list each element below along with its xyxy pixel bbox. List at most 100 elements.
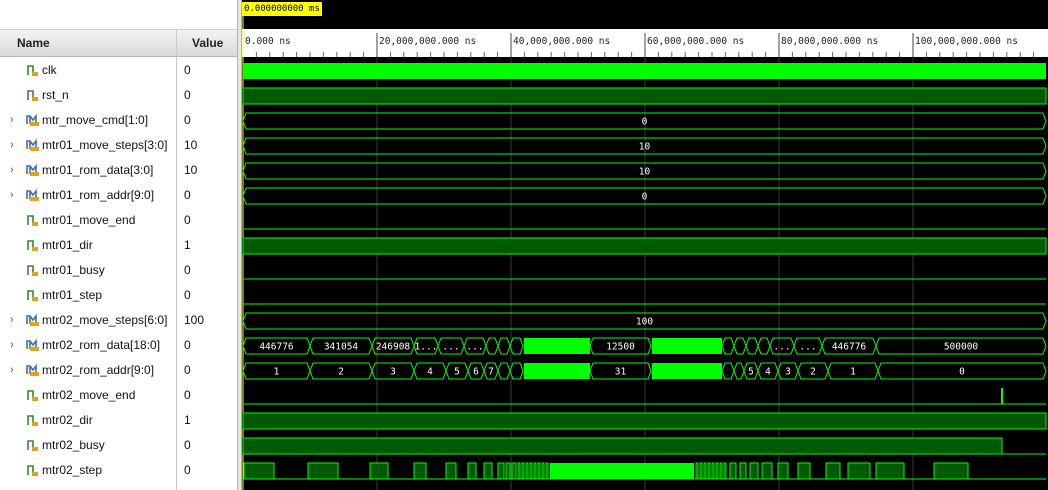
bus-icon (26, 313, 39, 326)
bus-segment (745, 337, 759, 355)
expand-chevron-icon[interactable]: › (10, 333, 14, 358)
bus-segment (497, 362, 511, 380)
signal-icon (27, 265, 38, 276)
signal-value: 0 (184, 213, 191, 227)
bus-value-label: ... (442, 342, 459, 353)
signal-name: mtr02_move_steps[6:0] (42, 313, 168, 327)
high-pulse (525, 462, 529, 480)
signal-row[interactable]: › mtr02_rom_addr[9:0] 0 (0, 358, 237, 383)
signal-name: mtr01_busy (42, 263, 105, 277)
bus-segment (497, 337, 511, 355)
bus-value-label: 4 (765, 367, 771, 378)
bus-value-label: 1... (415, 342, 438, 353)
bus-value-label: ... (466, 342, 483, 353)
high-pulse (242, 237, 1047, 255)
bus-icon (26, 363, 39, 376)
signal-row[interactable]: › mtr02_move_steps[6:0] 100 (0, 308, 237, 333)
signal-row[interactable]: mtr01_dir 1 (0, 233, 237, 258)
name-column-header[interactable]: Name (17, 30, 50, 57)
high-pulse (711, 462, 715, 480)
high-pulse (797, 462, 811, 480)
bus-segment (733, 362, 745, 380)
bus-segment (733, 337, 747, 355)
bus-value-label: 0 (959, 367, 965, 378)
signal-row[interactable]: mtr02_step 0 (0, 458, 237, 483)
high-pulse (307, 462, 339, 480)
high-pulse (761, 462, 773, 480)
signal-row[interactable]: › mtr_move_cmd[1:0] 0 (0, 108, 237, 133)
signal-icon (27, 465, 38, 476)
signal-name: mtr01_move_end (42, 213, 136, 227)
expand-chevron-icon[interactable]: › (10, 358, 14, 383)
bus-value-label: 2 (338, 367, 344, 378)
value-column-header[interactable]: Value (192, 30, 223, 57)
signal-row[interactable]: › mtr01_rom_addr[9:0] 0 (0, 183, 237, 208)
signal-row[interactable]: mtr02_busy 0 (0, 433, 237, 458)
signal-name: mtr02_step (42, 463, 103, 477)
high-pulse (699, 462, 703, 480)
signal-name: mtr01_rom_data[3:0] (42, 163, 154, 177)
signal-row[interactable]: › mtr01_rom_data[3:0] 10 (0, 158, 237, 183)
bus-value-label: 1 (274, 367, 280, 378)
signal-list-panel: Name Value clk 0 rst_n 0 › mtr_move_cmd[1:0] 0… (0, 0, 240, 490)
bus-dense-block (652, 338, 722, 354)
signal-row[interactable]: clk 0 (0, 58, 237, 83)
bus-segment (485, 337, 499, 355)
high-pulse (703, 462, 707, 480)
high-pulse (517, 462, 521, 480)
high-pulse (529, 462, 533, 480)
bus-value-label: 446776 (832, 342, 867, 353)
tick-label: 40,000,000.000 ns (513, 36, 610, 47)
signal-value: 0 (184, 63, 191, 77)
bus-dense-block (550, 463, 694, 479)
signal-value: 10 (184, 138, 198, 152)
high-pulse (243, 462, 275, 480)
tick-label: 0.000 ns (245, 36, 291, 47)
bus-value-label: 10 (639, 142, 651, 153)
expand-chevron-icon[interactable]: › (10, 183, 14, 208)
signal-icon (27, 290, 38, 301)
signal-icon (27, 215, 38, 226)
bus-value-label: 6 (473, 367, 479, 378)
signal-value: 0 (184, 288, 191, 302)
high-pulse (719, 462, 723, 480)
clock-wave (243, 63, 1046, 79)
signal-row[interactable]: › mtr01_move_steps[3:0] 10 (0, 133, 237, 158)
high-pulse (413, 462, 427, 480)
high-pulse (369, 462, 389, 480)
high-pulse (445, 462, 457, 480)
signal-name: mtr01_step (42, 288, 103, 302)
signal-row[interactable]: mtr01_step 0 (0, 283, 237, 308)
toolbar-area (0, 0, 240, 29)
high-pulse (739, 462, 747, 480)
column-header: Name Value (0, 29, 240, 57)
bus-value-label: ... (773, 342, 790, 353)
high-pulse (483, 462, 493, 480)
high-pulse (545, 462, 549, 480)
signal-row[interactable]: rst_n 0 (0, 83, 237, 108)
expand-chevron-icon[interactable]: › (10, 308, 14, 333)
high-pulse (777, 462, 789, 480)
expand-chevron-icon[interactable]: › (10, 108, 14, 133)
expand-chevron-icon[interactable]: › (10, 133, 14, 158)
high-pulse (825, 462, 841, 480)
signal-value: 0 (184, 113, 191, 127)
bus-icon (26, 163, 39, 176)
signal-row[interactable]: mtr02_move_end 0 (0, 383, 237, 408)
signal-icon (27, 440, 38, 451)
high-pulse (715, 462, 719, 480)
high-pulse (933, 462, 969, 480)
high-pulse (847, 462, 871, 480)
signal-value: 0 (184, 363, 191, 377)
cursor-time-label: 0.000000000 ms (242, 2, 322, 16)
signal-row[interactable]: › mtr02_rom_data[18:0] 0 (0, 333, 237, 358)
bus-segment (757, 337, 771, 355)
high-pulse (497, 462, 505, 480)
signal-row[interactable]: mtr01_move_end 0 (0, 208, 237, 233)
high-pulse (537, 462, 541, 480)
signal-name: mtr02_dir (42, 413, 93, 427)
expand-chevron-icon[interactable]: › (10, 158, 14, 183)
signal-row[interactable]: mtr02_dir 1 (0, 408, 237, 433)
signal-row[interactable]: mtr01_busy 0 (0, 258, 237, 283)
waveform-canvas[interactable]: 0.000 ns 20,000,000.000 ns 40,000,000.000 … (242, 0, 1048, 490)
